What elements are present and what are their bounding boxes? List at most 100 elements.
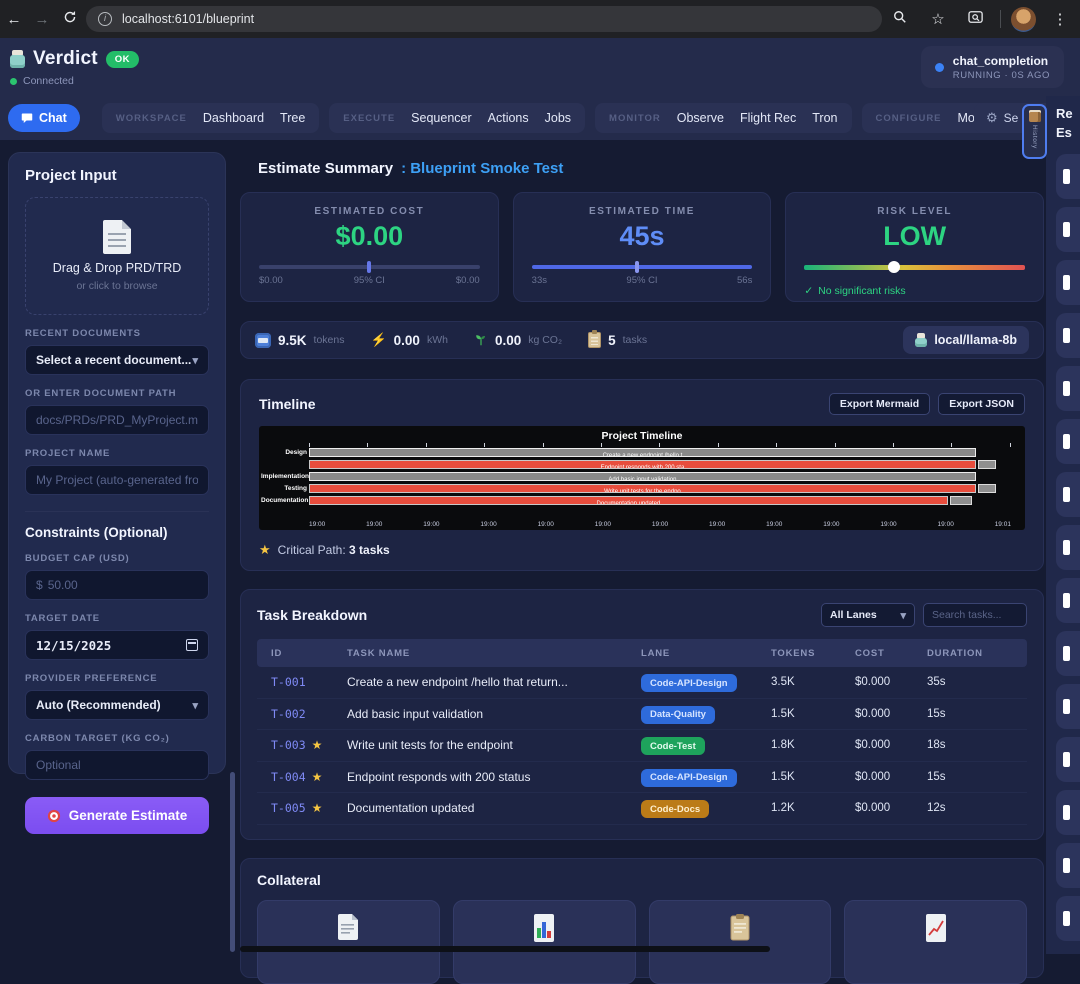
table-row[interactable]: T-003★ Write unit tests for the endpoint… — [257, 730, 1027, 762]
nav-item-observe[interactable]: Observe — [677, 111, 724, 125]
stats-bar: 9.5Ktokens ⚡ 0.00kWh 0.00kg CO₂ 5tasks l… — [240, 321, 1044, 359]
bookmark-icon[interactable]: ☆ — [924, 10, 952, 28]
estimate-history-item[interactable] — [1056, 631, 1080, 676]
table-row[interactable]: T-004★ Endpoint responds with 200 status… — [257, 762, 1027, 794]
task-tokens: 1.8K — [771, 739, 855, 751]
table-header: ID TASK NAME LANE TOKENS COST DURATION — [257, 639, 1027, 667]
site-info-icon[interactable]: i — [98, 12, 112, 26]
nav-item-jobs[interactable]: Jobs — [545, 111, 571, 125]
generate-estimate-button[interactable]: Generate Estimate — [25, 797, 209, 834]
estimate-history-item[interactable] — [1056, 790, 1080, 835]
provider-select[interactable]: Auto (Recommended) ▾ — [25, 690, 209, 720]
gear-icon: ⚙ — [986, 110, 998, 126]
export-json-button[interactable]: Export JSON — [938, 393, 1025, 415]
table-row[interactable]: T-005★ Documentation updated Code-Docs 1… — [257, 793, 1027, 825]
chart-title: Project Timeline — [259, 430, 1025, 442]
nav-item-tree[interactable]: Tree — [280, 111, 305, 125]
history-tab[interactable]: History — [1022, 104, 1047, 159]
estimate-history-item[interactable] — [1056, 419, 1080, 464]
connection-status: Connected — [23, 75, 74, 87]
task-id[interactable]: T-004 — [271, 770, 306, 784]
estimate-history-item[interactable] — [1056, 207, 1080, 252]
gantt-bar-cap — [978, 484, 996, 493]
target-date-input[interactable]: 12/15/2025 — [25, 630, 209, 660]
export-mermaid-button[interactable]: Export Mermaid — [829, 393, 930, 415]
task-id[interactable]: T-001 — [271, 675, 306, 689]
url-text[interactable]: localhost:6101/blueprint — [122, 12, 254, 26]
table-row[interactable]: T-001 Create a new endpoint /hello that … — [257, 667, 1027, 699]
carbon-target-input[interactable] — [36, 758, 198, 772]
task-id[interactable]: T-003 — [271, 738, 306, 752]
task-search-input[interactable] — [923, 603, 1027, 627]
estimate-history-item[interactable] — [1056, 896, 1080, 941]
task-duration: 15s — [927, 771, 1025, 783]
address-bar[interactable]: i localhost:6101/blueprint — [86, 6, 882, 32]
task-cost: $0.000 — [855, 802, 927, 814]
estimated-cost-card: ESTIMATED COST $0.00 $0.00 95% CI $0.00 — [240, 192, 499, 302]
nav-item-flight-rec[interactable]: Flight Rec — [740, 111, 796, 125]
estimate-history-item[interactable] — [1056, 843, 1080, 888]
task-id[interactable]: T-002 — [271, 707, 306, 721]
estimate-history-item[interactable] — [1056, 154, 1080, 199]
gantt-bar-critical[interactable]: Write unit tests for the endpo — [309, 484, 976, 493]
nav-group-workspace: WORKSPACE Dashboard Tree — [102, 103, 320, 133]
forward-icon[interactable]: → — [28, 11, 56, 28]
nav-item-sequencer[interactable]: Sequencer — [411, 111, 471, 125]
task-cost: $0.000 — [855, 708, 927, 720]
collateral-checklist-tile[interactable] — [649, 900, 832, 984]
critical-star-icon: ★ — [312, 801, 323, 815]
notebook-icon — [1029, 110, 1041, 122]
task-name: Add basic input validation — [347, 707, 641, 721]
carbon-stat: 0.00kg CO₂ — [474, 333, 562, 348]
tokens-icon — [255, 333, 271, 348]
lane-filter-select[interactable]: All Lanes ▾ — [821, 603, 915, 627]
estimate-history-item[interactable] — [1056, 260, 1080, 305]
gantt-plot: Design Implementation Testing Documentat… — [309, 448, 1011, 514]
recent-documents-select[interactable]: Select a recent document... ▾ — [25, 345, 209, 375]
task-name: Create a new endpoint /hello that return… — [347, 675, 641, 689]
reload-icon[interactable] — [56, 10, 84, 28]
job-name: chat_completion — [953, 54, 1050, 68]
collateral-trend-tile[interactable] — [844, 900, 1027, 984]
tick-marks — [309, 443, 1011, 447]
estimate-history-item[interactable] — [1056, 472, 1080, 517]
chat-button[interactable]: Chat — [8, 104, 80, 132]
estimate-history-item[interactable] — [1056, 313, 1080, 358]
connected-dot-icon — [10, 78, 17, 85]
estimate-history-item[interactable] — [1056, 737, 1080, 782]
profile-avatar[interactable] — [1011, 7, 1036, 32]
collateral-chart-tile[interactable] — [453, 900, 636, 984]
nav-group-label: EXECUTE — [343, 113, 395, 124]
gantt-bar[interactable]: Create a new endpoint /hello t — [309, 448, 976, 457]
estimate-history-item[interactable] — [1056, 366, 1080, 411]
table-row[interactable]: T-002 Add basic input validation Data-Qu… — [257, 699, 1027, 731]
nav-item-dashboard[interactable]: Dashboard — [203, 111, 264, 125]
project-name-input[interactable] — [36, 473, 198, 487]
browser-menu-icon[interactable]: ⋮ — [1046, 10, 1074, 28]
health-badge: OK — [106, 51, 139, 68]
estimate-history-item[interactable] — [1056, 578, 1080, 623]
search-icon[interactable] — [886, 10, 914, 28]
collateral-spec-tile[interactable] — [257, 900, 440, 984]
panel-title: Project Input — [25, 167, 209, 184]
task-name: Endpoint responds with 200 status — [347, 770, 641, 784]
estimate-history-item[interactable] — [1056, 525, 1080, 570]
field-label: PROVIDER PREFERENCE — [25, 673, 209, 684]
task-id[interactable]: T-005 — [271, 801, 306, 815]
file-dropzone[interactable]: Drag & Drop PRD/TRD or click to browse — [25, 197, 209, 315]
calendar-icon[interactable] — [186, 639, 198, 651]
tab-search-icon[interactable] — [962, 10, 990, 28]
horizontal-scrollbar-thumb[interactable] — [240, 946, 770, 952]
model-chip[interactable]: local/llama-8b — [903, 326, 1029, 354]
gantt-bar-critical[interactable]: Endpoint responds with 200 sta — [309, 460, 976, 469]
back-icon[interactable]: ← — [0, 11, 28, 28]
nav-item-tron[interactable]: Tron — [812, 111, 837, 125]
nav-item-actions[interactable]: Actions — [488, 111, 529, 125]
running-job-chip[interactable]: chat_completion RUNNING · 0S AGO — [921, 46, 1064, 88]
estimate-history-item[interactable] — [1056, 684, 1080, 729]
document-path-input[interactable] — [36, 413, 198, 427]
budget-cap-input[interactable] — [48, 578, 198, 592]
gantt-bar-critical[interactable]: Documentation updated — [309, 496, 948, 505]
vertical-scrollbar-thumb[interactable] — [230, 772, 235, 952]
gantt-bar[interactable]: Add basic input validation — [309, 472, 976, 481]
